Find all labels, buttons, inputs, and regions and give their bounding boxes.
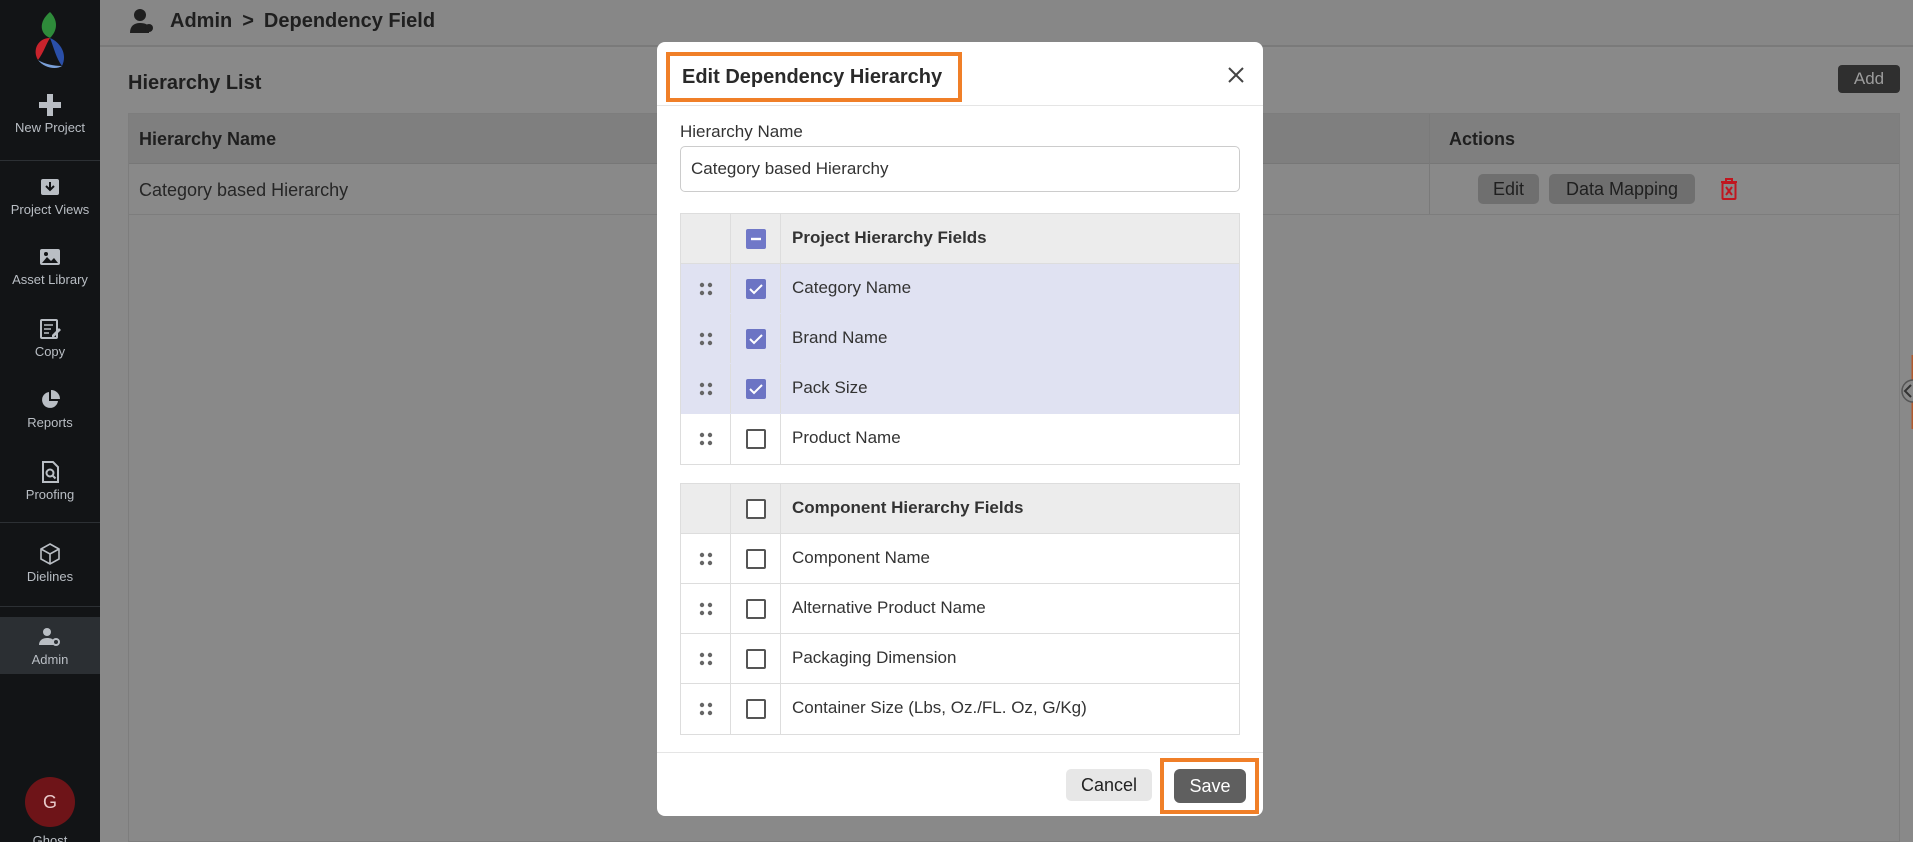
sidebar-item-label: Copy bbox=[34, 344, 66, 359]
field-checkbox[interactable] bbox=[746, 329, 766, 349]
list-item: Alternative Product Name bbox=[681, 584, 1239, 634]
plus-icon bbox=[39, 94, 61, 116]
edit-button[interactable]: Edit bbox=[1478, 174, 1539, 204]
field-label: Container Size (Lbs, Oz./FL. Oz, G/Kg) bbox=[792, 698, 1087, 717]
edit-note-icon bbox=[40, 319, 61, 339]
cancel-button[interactable]: Cancel bbox=[1066, 769, 1152, 801]
divider bbox=[0, 522, 100, 523]
drag-handle-icon[interactable] bbox=[698, 332, 714, 346]
drag-handle-icon[interactable] bbox=[698, 552, 714, 566]
field-label: Product Name bbox=[792, 428, 901, 447]
pie-chart-icon bbox=[42, 390, 60, 408]
field-checkbox[interactable] bbox=[746, 649, 766, 669]
modal-header: Edit Dependency Hierarchy bbox=[657, 42, 1263, 106]
sidebar-item-proofing[interactable]: Proofing bbox=[0, 461, 100, 502]
sidebar-item-copy[interactable]: Copy bbox=[0, 318, 100, 359]
sidebar-item-label: Reports bbox=[27, 415, 73, 430]
sidebar-item-label: Admin bbox=[31, 652, 69, 667]
sidebar-item-asset-library[interactable]: Asset Library bbox=[0, 246, 100, 287]
field-checkbox[interactable] bbox=[746, 379, 766, 399]
project-hierarchy-grid: Project Hierarchy Fields Category Name B… bbox=[680, 213, 1240, 465]
sidebar-item-project-views[interactable]: Project Views bbox=[0, 176, 100, 217]
list-item: Packaging Dimension bbox=[681, 634, 1239, 684]
select-all-checkbox[interactable] bbox=[746, 499, 766, 519]
sidebar-item-reports[interactable]: Reports bbox=[0, 389, 100, 430]
top-bar: Admin > Dependency Field bbox=[100, 0, 1913, 47]
modal-title: Edit Dependency Hierarchy bbox=[666, 52, 963, 102]
list-item: Component Name bbox=[681, 534, 1239, 584]
drag-handle-icon[interactable] bbox=[698, 652, 714, 666]
sidebar-item-label: New Project bbox=[14, 120, 86, 135]
data-mapping-button[interactable]: Data Mapping bbox=[1549, 174, 1695, 204]
divider bbox=[0, 160, 100, 161]
drag-handle-icon[interactable] bbox=[698, 602, 714, 616]
drag-handle-icon[interactable] bbox=[698, 432, 714, 446]
breadcrumb: Admin > Dependency Field bbox=[170, 10, 435, 33]
grid-header: Component Hierarchy Fields bbox=[681, 484, 1239, 534]
field-label: Alternative Product Name bbox=[792, 598, 986, 617]
column-header-actions: Actions bbox=[1449, 129, 1516, 149]
list-item: Pack Size bbox=[681, 364, 1239, 414]
cube-icon bbox=[40, 543, 60, 565]
list-item: Brand Name bbox=[681, 314, 1239, 364]
sidebar-item-label: Proofing bbox=[25, 487, 75, 502]
select-all-checkbox[interactable] bbox=[746, 229, 766, 249]
sidebar-item-label: Project Views bbox=[10, 202, 90, 217]
field-checkbox[interactable] bbox=[746, 429, 766, 449]
save-highlight: Save bbox=[1160, 758, 1259, 814]
field-label: Packaging Dimension bbox=[792, 648, 957, 667]
grid-header-label: Project Hierarchy Fields bbox=[792, 228, 987, 247]
page-title: Hierarchy List bbox=[128, 72, 262, 94]
user-gear-icon bbox=[39, 628, 60, 646]
breadcrumb-separator: > bbox=[242, 10, 254, 32]
field-label: Pack Size bbox=[792, 378, 868, 397]
divider bbox=[0, 606, 100, 607]
panel-toggle-handle[interactable] bbox=[1898, 355, 1913, 429]
drag-handle-icon[interactable] bbox=[698, 382, 714, 396]
field-checkbox[interactable] bbox=[746, 549, 766, 569]
column-header-name: Hierarchy Name bbox=[139, 129, 277, 149]
drag-handle-icon[interactable] bbox=[698, 702, 714, 716]
image-icon bbox=[40, 249, 60, 265]
modal-footer-divider bbox=[657, 752, 1263, 753]
sidebar-item-new-project[interactable]: New Project bbox=[0, 94, 100, 135]
avatar[interactable]: G bbox=[25, 777, 75, 827]
brand-logo[interactable] bbox=[28, 8, 72, 70]
field-label: Component Name bbox=[792, 548, 930, 567]
hierarchy-name-input[interactable]: Category based Hierarchy bbox=[680, 146, 1240, 192]
download-box-icon bbox=[41, 179, 59, 195]
hierarchy-name-label: Hierarchy Name bbox=[680, 122, 803, 141]
field-label: Brand Name bbox=[792, 328, 888, 347]
grid-header: Project Hierarchy Fields bbox=[681, 214, 1239, 264]
component-hierarchy-grid: Component Hierarchy Fields Component Nam… bbox=[680, 483, 1240, 735]
breadcrumb-root[interactable]: Admin bbox=[170, 10, 232, 32]
grid-header-label: Component Hierarchy Fields bbox=[792, 498, 1024, 517]
breadcrumb-current: Dependency Field bbox=[263, 10, 436, 32]
add-button[interactable]: Add bbox=[1838, 65, 1900, 93]
close-icon[interactable] bbox=[1225, 64, 1247, 86]
save-button[interactable]: Save bbox=[1174, 769, 1246, 803]
field-checkbox[interactable] bbox=[746, 279, 766, 299]
list-item: Container Size (Lbs, Oz./FL. Oz, G/Kg) bbox=[681, 684, 1239, 734]
list-item: Product Name bbox=[681, 414, 1239, 464]
list-item: Category Name bbox=[681, 264, 1239, 314]
avatar-name: Ghost bbox=[32, 833, 68, 842]
edit-hierarchy-modal: Edit Dependency Hierarchy Hierarchy Name… bbox=[657, 42, 1263, 816]
hierarchy-name-cell: Category based Hierarchy bbox=[139, 180, 349, 200]
user-icon bbox=[130, 9, 153, 33]
document-search-icon bbox=[42, 461, 59, 483]
field-label: Category Name bbox=[792, 278, 912, 297]
sidebar-item-label: Asset Library bbox=[12, 272, 88, 287]
drag-handle-icon[interactable] bbox=[698, 282, 714, 296]
sidebar-item-admin[interactable]: Admin bbox=[0, 617, 100, 674]
sidebar-item-label: Dielines bbox=[26, 569, 74, 584]
delete-icon[interactable] bbox=[1719, 177, 1739, 201]
field-checkbox[interactable] bbox=[746, 599, 766, 619]
field-checkbox[interactable] bbox=[746, 699, 766, 719]
sidebar: New Project Project Views Asset Library … bbox=[0, 0, 100, 842]
sidebar-item-dielines[interactable]: Dielines bbox=[0, 543, 100, 584]
